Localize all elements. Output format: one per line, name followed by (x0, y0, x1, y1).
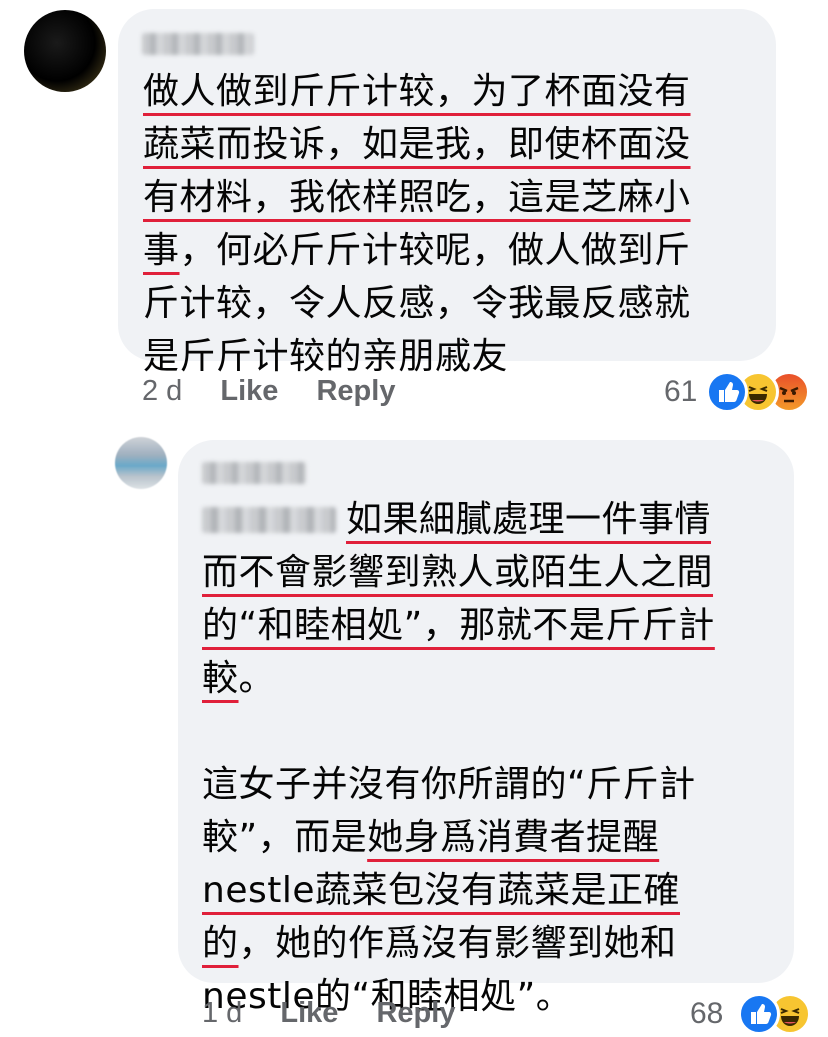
comment-line: 事 (143, 230, 180, 271)
comment-line: 做人做到斤斤计较，为了杯面没有 (143, 71, 691, 112)
reply-line-underlined: nestle蔬菜包沒有蔬菜是正確 (202, 870, 680, 911)
comment-line-rest: ，何必斤斤计较呢，做人做到斤 (179, 230, 691, 271)
comment-meta: 2 d Like Reply (142, 375, 395, 408)
reply-meta: 1 d Like Reply (202, 997, 455, 1030)
commenter-name-redacted[interactable] (142, 33, 254, 55)
reply-line: 而不會影響到熟人或陌生人之間 (202, 552, 714, 593)
reply-line-underlined: 的 (202, 923, 239, 964)
commenter-avatar[interactable] (24, 10, 106, 92)
reply-button[interactable]: Reply (376, 997, 455, 1029)
reaction-count[interactable]: 68 (690, 997, 723, 1031)
mention-redacted[interactable] (202, 507, 336, 533)
reply-line: 較 (202, 658, 239, 699)
comment-line: 蔬菜而投诉，如是我，即使杯面没 (143, 124, 691, 165)
reply-line-rest: 。 (238, 658, 276, 699)
comment-time[interactable]: 2 d (142, 375, 182, 407)
comment-line: 斤计较，令人反感，令我最反感就 (143, 283, 691, 324)
reply-text: 如果細膩處理一件事情 而不會影響到熟人或陌生人之間 的“和睦相処”，那就不是斤斤… (202, 493, 782, 1023)
like-button[interactable]: Like (220, 375, 278, 407)
reply-line: 較”，而是 (202, 817, 368, 858)
comment-line: 有材料，我依样照吃，這是芝麻小 (143, 177, 691, 218)
reply-line: 如果細膩處理一件事情 (346, 499, 712, 540)
comment-line: 是斤斤计较的亲朋戚友 (143, 336, 509, 377)
reply-line-underlined: 她身爲消費者提醒 (367, 817, 660, 858)
like-icon (738, 993, 780, 1035)
reply-line-rest: ，她的作爲沒有影響到她和 (238, 923, 677, 964)
reply-line: 這女子并沒有你所謂的“斤斤計 (202, 764, 696, 805)
reply-button[interactable]: Reply (316, 375, 395, 407)
replier-avatar[interactable] (115, 437, 167, 489)
reply-line: 的“和睦相処”，那就不是斤斤計 (202, 605, 715, 646)
replier-name-redacted[interactable] (202, 462, 306, 484)
like-icon (706, 371, 748, 413)
like-button[interactable]: Like (280, 997, 338, 1029)
reaction-count[interactable]: 61 (664, 375, 697, 409)
comment-text: 做人做到斤斤计较，为了杯面没有 蔬菜而投诉，如是我，即使杯面没 有材料，我依样照… (143, 65, 763, 383)
reply-time[interactable]: 1 d (202, 997, 242, 1029)
